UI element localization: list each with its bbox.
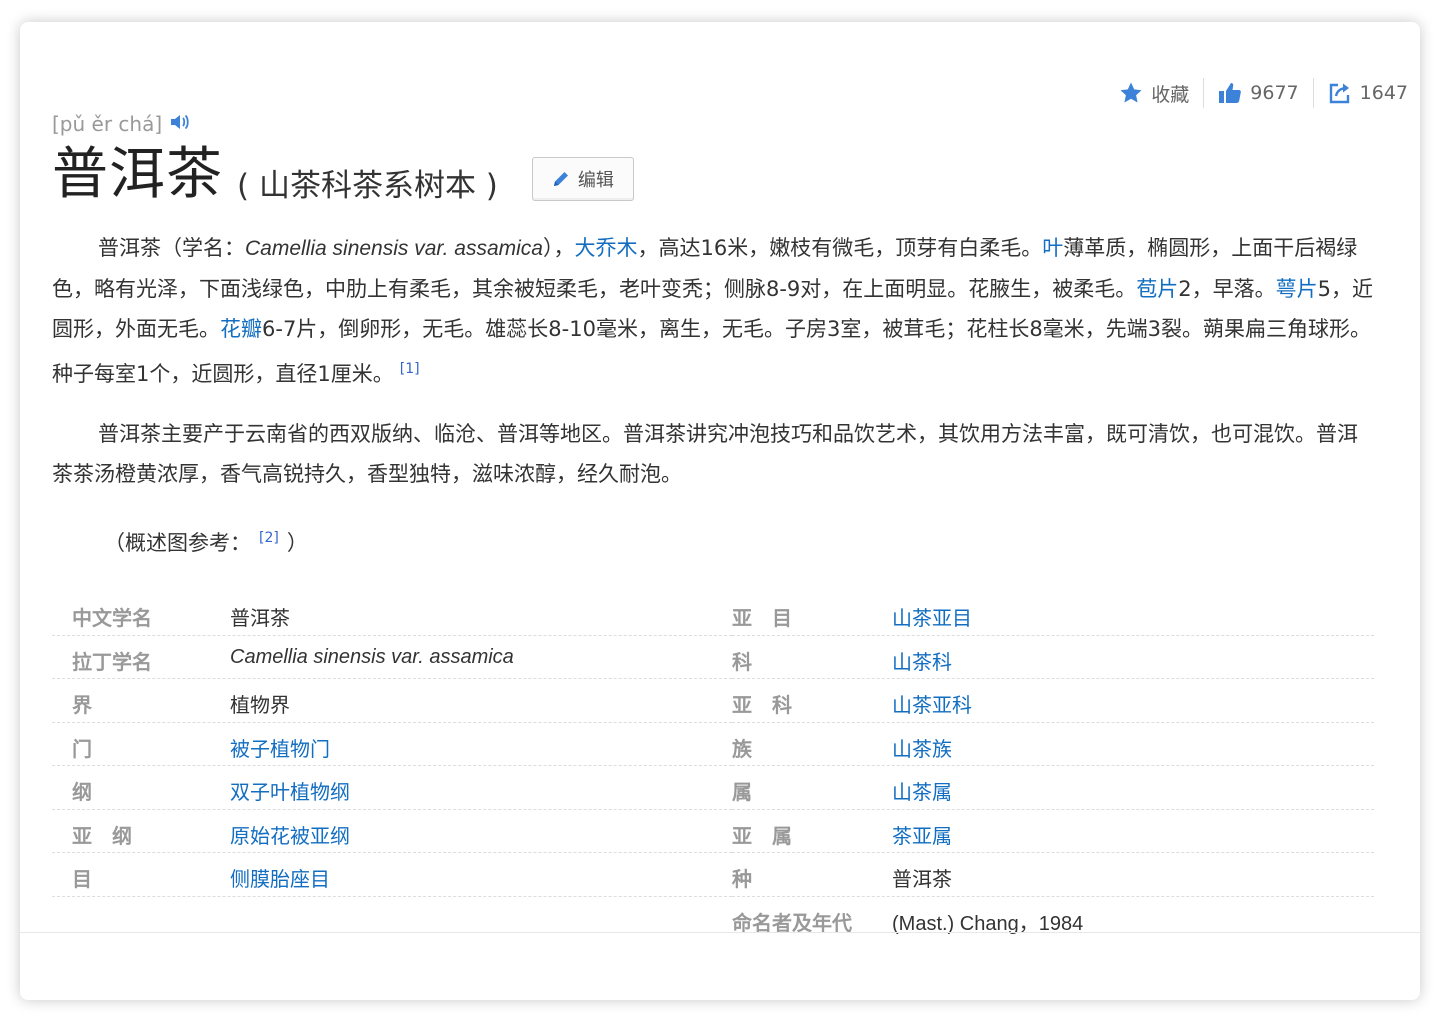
- info-row: 种 普洱茶: [732, 853, 1374, 897]
- text-span: ，高达16米，嫩枝有微毛，顶芽有白柔毛。: [637, 236, 1043, 260]
- info-row: 属 山茶属: [732, 766, 1374, 810]
- info-value-link[interactable]: 山茶科: [892, 646, 952, 675]
- edit-label: 编辑: [577, 170, 614, 191]
- info-row: 门 被子植物门: [52, 723, 732, 766]
- info-key: 纲: [72, 780, 92, 804]
- info-key: 种: [732, 867, 752, 891]
- info-value-link[interactable]: 侧膜胎座目: [230, 863, 330, 892]
- share-count: 1647: [1359, 82, 1408, 104]
- info-key: 亚 科: [732, 693, 792, 717]
- favorite-label: 收藏: [1151, 83, 1190, 106]
- tool-divider: [1312, 78, 1314, 108]
- info-value-link[interactable]: 山茶族: [892, 733, 952, 762]
- info-row: 亚 纲 原始花被亚纲: [52, 810, 732, 853]
- info-key: 科: [732, 649, 752, 674]
- entry-tools: 收藏 9677 1647: [1119, 78, 1408, 108]
- reference-2[interactable]: [2]: [259, 530, 279, 546]
- section-divider: [20, 932, 1420, 933]
- info-row: 目 侧膜胎座目: [52, 853, 732, 897]
- info-row: 亚 属 茶亚属: [732, 810, 1374, 853]
- edit-button[interactable]: 编辑: [531, 157, 634, 201]
- info-row: 界 植物界: [52, 679, 732, 723]
- speaker-icon[interactable]: [170, 112, 190, 136]
- info-key: 亚 目: [732, 606, 792, 630]
- favorite-button[interactable]: 收藏: [1119, 80, 1189, 107]
- info-value-link[interactable]: 被子植物门: [230, 733, 330, 762]
- pinyin-text: [pǔ ěr chá]: [52, 112, 163, 136]
- tool-divider: [1203, 78, 1205, 108]
- info-key: 门: [72, 736, 92, 761]
- info-key: 属: [732, 780, 752, 804]
- page-title: 普洱茶: [52, 142, 223, 207]
- text-span: ）: [286, 531, 308, 555]
- text-span: 普洱茶（学名：: [98, 236, 245, 260]
- share-icon: [1329, 83, 1349, 104]
- text-span: 普洱茶主要产于云南省的西双版纳、临沧、普洱等地区。普洱茶讲究冲泡技巧和品饮艺术，…: [52, 422, 1358, 486]
- info-value: 普洱茶: [230, 606, 290, 630]
- latin-name: Camellia sinensis var. assamica: [245, 237, 543, 260]
- info-key: 亚 属: [732, 823, 792, 848]
- info-value: Camellia sinensis var. assamica: [230, 645, 514, 668]
- like-count: 9677: [1250, 82, 1299, 104]
- info-row: 中文学名 普洱茶: [52, 592, 732, 636]
- image-reference-note: （概述图参考： [2] ）: [104, 518, 308, 563]
- info-value-link[interactable]: 山茶亚科: [892, 689, 972, 718]
- info-key: 拉丁学名: [72, 649, 152, 674]
- text-span: （概述图参考：: [104, 531, 251, 555]
- pencil-icon: [553, 172, 568, 186]
- thumbs-up-icon: [1219, 83, 1242, 103]
- info-key: 目: [72, 867, 92, 891]
- info-value-link[interactable]: 山茶属: [892, 776, 952, 805]
- link-petal[interactable]: 花瓣: [220, 317, 262, 341]
- reference-1[interactable]: [1]: [400, 361, 420, 377]
- link-tree[interactable]: 大乔木: [575, 236, 638, 260]
- share-button[interactable]: 1647: [1328, 81, 1408, 105]
- summary-paragraph-2: 普洱茶主要产于云南省的西双版纳、临沧、普洱等地区。普洱茶讲究冲泡技巧和品饮艺术，…: [52, 414, 1376, 494]
- link-leaf[interactable]: 叶: [1042, 236, 1063, 260]
- info-key: 界: [72, 693, 92, 717]
- title-row: 普洱茶 ( 山茶科茶系树本 ) 编辑: [52, 140, 634, 210]
- summary-paragraph-1: 普洱茶（学名：Camellia sinensis var. assamica），…: [52, 228, 1376, 394]
- info-key: 亚 纲: [72, 823, 132, 848]
- info-row: 纲 双子叶植物纲: [52, 766, 732, 810]
- info-row: 科 山茶科: [732, 636, 1374, 679]
- text-span: 2，早落。: [1178, 277, 1276, 301]
- link-sepal[interactable]: 萼片: [1276, 277, 1318, 301]
- info-row: 亚 科 山茶亚科: [732, 679, 1374, 723]
- baike-entry-window: 收藏 9677 1647 [pǔ ěr chá] 普洱茶 (山茶科茶系树本)…: [20, 22, 1420, 1000]
- basic-info-left-column: 中文学名 普洱茶 拉丁学名 Camellia sinensis var. assam…: [52, 592, 732, 897]
- info-row: 命名者及年代 (Mast.) Chang，1984: [732, 897, 1374, 941]
- info-value-link[interactable]: 原始花被亚纲: [230, 820, 350, 849]
- info-row: 拉丁学名 Camellia sinensis var. assamica: [52, 636, 732, 679]
- info-value-link[interactable]: 茶亚属: [892, 820, 952, 849]
- info-key: 中文学名: [72, 606, 152, 630]
- info-value: 植物界: [230, 693, 290, 717]
- info-key: 族: [732, 736, 752, 761]
- info-row: 亚 目 山茶亚目: [732, 592, 1374, 636]
- star-icon: [1120, 82, 1142, 103]
- info-value-link[interactable]: 山茶亚目: [892, 602, 972, 631]
- like-button[interactable]: 9677: [1218, 81, 1299, 105]
- pinyin-row: [pǔ ěr chá]: [52, 112, 190, 136]
- basic-info-right-column: 亚 目 山茶亚目 科 山茶科 亚 科 山茶亚科 族 山茶族 属 山茶属 亚 属 茶亚属 种 普…: [732, 592, 1374, 940]
- info-row: 族 山茶族: [732, 723, 1374, 766]
- info-value: 普洱茶: [892, 867, 952, 891]
- page-subtitle: ( 山茶科茶系树本 ): [237, 167, 498, 204]
- link-bract[interactable]: 苞片: [1136, 277, 1178, 301]
- info-value-link[interactable]: 双子叶植物纲: [230, 776, 350, 805]
- basic-info-table: 中文学名 普洱茶 拉丁学名 Camellia sinensis var. assam…: [52, 592, 1374, 940]
- text-span: ），: [543, 236, 575, 260]
